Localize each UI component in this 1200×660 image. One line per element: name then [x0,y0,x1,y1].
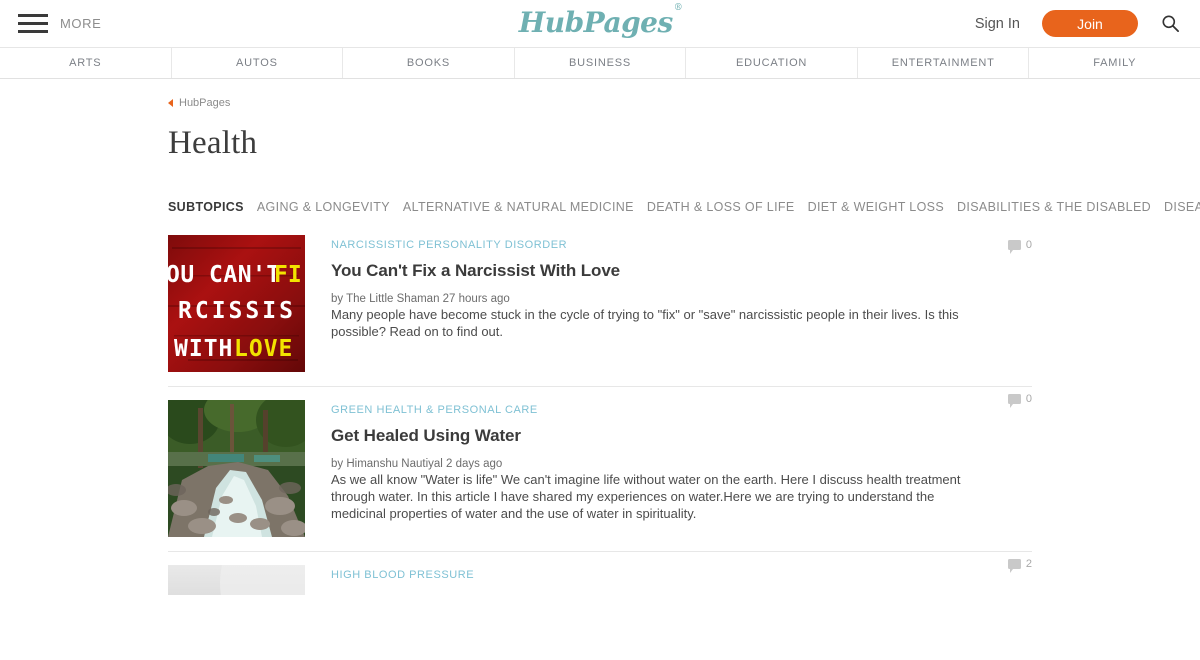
page-content: HubPages Health SUBTOPICS AGING & LONGEVI… [0,97,1200,609]
svg-text:OU CAN'T: OU CAN'T [168,262,281,288]
article-comment-count[interactable]: 0 [1007,393,1032,408]
search-icon[interactable] [1160,14,1180,34]
article-category-link[interactable]: GREEN HEALTH & PERSONAL CARE [331,404,538,416]
page-title: Health [168,125,258,161]
article-byline: by Himanshu Nautiyal 2 days ago [331,458,503,470]
registered-trademark-icon: ® [673,2,683,13]
thumbnail-image: hat Are the Rang [168,565,305,595]
nav-item-arts[interactable]: ARTS [0,48,172,78]
subtopics-group-label: SUBTOPICS [168,200,244,214]
header-actions: Sign In Join [975,10,1200,37]
svg-text:FI: FI [274,262,302,288]
article-comment-count[interactable]: 2 [1007,558,1032,573]
nav-item-business[interactable]: BUSINESS [514,48,687,78]
article-thumbnail[interactable]: hat Are the Rang [168,565,305,595]
article-title-link[interactable]: You Can't Fix a Narcissist With Love [331,261,972,281]
comment-count-value: 0 [1025,239,1032,251]
breadcrumb[interactable]: HubPages [168,97,230,109]
subtopics-list: SUBTOPICS AGING & LONGEVITY ALTERNATIVE & … [168,191,1200,223]
category-nav: ARTS AUTOS BOOKS BUSINESS EDUCATION ENTERTAIN… [0,48,1200,79]
thumbnail-image [168,400,305,537]
article-body: GREEN HEALTH & PERSONAL CARE Get Healed U… [331,400,1032,537]
svg-text:WITH: WITH [174,336,233,362]
subtopic-link-death-loss-of-life[interactable]: DEATH & LOSS OF LIFE [647,200,795,214]
article-thumbnail[interactable] [168,400,305,537]
article-body: NARCISSISTIC PERSONALITY DISORDER You Can… [331,235,1032,372]
site-header: MORE HubPages® Sign In Join [0,0,1200,48]
article-list: OU CAN'T RCISSIS WITH FI LOVE NARCISSISTIC … [168,235,1032,609]
join-button[interactable]: Join [1042,10,1138,37]
nav-item-books[interactable]: BOOKS [343,48,515,78]
article-item: GREEN HEALTH & PERSONAL CARE Get Healed U… [168,386,1032,551]
comment-count-value: 0 [1025,393,1032,405]
comment-bubble-icon [1007,559,1021,573]
article-description: Many people have become stuck in the cyc… [331,307,959,339]
hamburger-icon[interactable] [18,14,48,33]
triangle-left-icon [168,99,173,107]
article-item: hat Are the Rang HIGH BLOOD PRESSURE 2 [168,551,1032,609]
article-category-link[interactable]: HIGH BLOOD PRESSURE [331,569,474,581]
subtopic-link-alternative-natural-medicine[interactable]: ALTERNATIVE & NATURAL MEDICINE [403,200,634,214]
subtopic-link-diet-weight-loss[interactable]: DIET & WEIGHT LOSS [808,200,944,214]
comment-count-value: 2 [1025,558,1032,570]
article-title-link[interactable]: Get Healed Using Water [331,426,972,446]
article-description: As we all know "Water is life" We can't … [331,472,961,521]
subtopic-link-disabilities-the-disabled[interactable]: DISABILITIES & THE DISABLED [957,200,1151,214]
nav-item-entertainment[interactable]: ENTERTAINMENT [857,48,1030,78]
more-menu-label: MORE [60,16,102,31]
nav-item-family[interactable]: FAMILY [1029,48,1200,78]
thumbnail-image: OU CAN'T RCISSIS WITH FI LOVE [168,235,305,372]
svg-text:RCISSIS: RCISSIS [178,298,296,324]
comment-bubble-icon [1007,240,1021,254]
nav-item-education[interactable]: EDUCATION [686,48,858,78]
nav-item-autos[interactable]: AUTOS [171,48,344,78]
logo-wordmark: HubPages [518,6,674,39]
hubpages-logo-link[interactable]: HubPages® [518,2,683,39]
article-thumbnail[interactable]: OU CAN'T RCISSIS WITH FI LOVE [168,235,305,372]
svg-text:LOVE: LOVE [234,336,293,362]
sign-in-link[interactable]: Sign In [975,16,1020,32]
article-comment-count[interactable]: 0 [1007,239,1032,254]
more-menu-button[interactable]: MORE [0,14,101,33]
comment-bubble-icon [1007,394,1021,408]
subtopic-link-diseases-disorders-conditions[interactable]: DISEASES, DISORDERS & CONDITIONS [1164,200,1200,214]
article-category-link[interactable]: NARCISSISTIC PERSONALITY DISORDER [331,239,567,251]
article-item: OU CAN'T RCISSIS WITH FI LOVE NARCISSISTIC … [168,235,1032,386]
breadcrumb-label: HubPages [179,97,231,109]
subtopic-link-aging-longevity[interactable]: AGING & LONGEVITY [257,200,390,214]
article-byline: by The Little Shaman 27 hours ago [331,293,510,305]
article-body: HIGH BLOOD PRESSURE [331,565,1032,595]
